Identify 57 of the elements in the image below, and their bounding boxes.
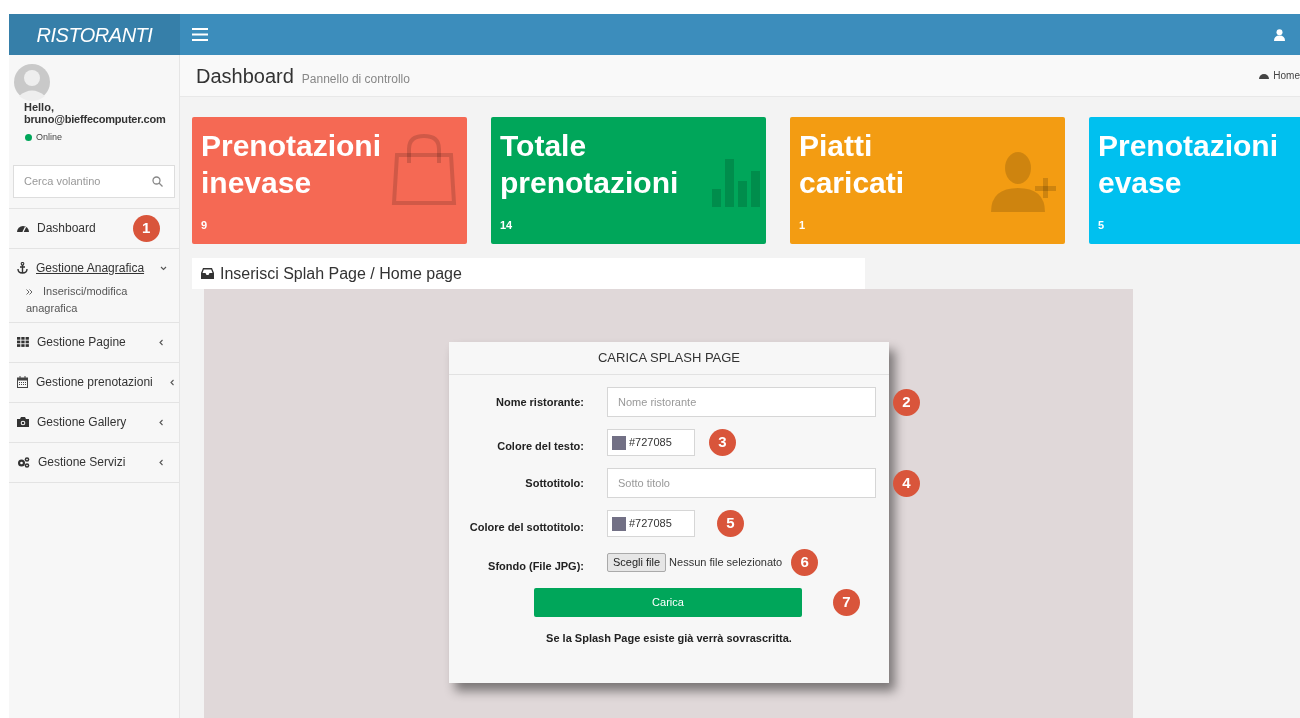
stat-title: Prenotazioni inevase [201, 128, 382, 201]
menu-item[interactable]: Gestione prenotazioni [9, 362, 179, 402]
stat-value: 1 [799, 218, 807, 233]
field-label: Sfondo (File JPG): [487, 559, 584, 575]
panel-title: Inserisci Splah Page / Home page [220, 263, 462, 284]
field-label: Nome ristorante: [494, 394, 584, 410]
greeting-text: Hello, [24, 101, 55, 113]
field-label: Colore del sottotitolo: [468, 520, 584, 536]
annotation-badge: 2 [893, 388, 920, 416]
dashboard-icon [17, 223, 29, 233]
anchor-icon [17, 262, 28, 274]
color-input[interactable]: #727085 [607, 429, 695, 456]
brand-logo[interactable]: RISTORANTI [36, 19, 153, 50]
choose-file-button[interactable]: Scegli file [607, 553, 667, 572]
field-label: Sottotitolo: [524, 475, 584, 491]
form-title: CARICA SPLASH PAGE [449, 342, 889, 375]
menu-item[interactable]: Gestione Pagine [9, 322, 179, 362]
camera-icon [17, 417, 29, 427]
color-input[interactable]: #727085 [607, 510, 695, 537]
breadcrumb-link[interactable]: Home [1259, 68, 1300, 83]
annotation-badge: 5 [717, 510, 744, 537]
stat-title: Piatti caricati [799, 128, 906, 201]
user-icon[interactable] [1274, 28, 1285, 41]
stat-title: Prenotazioni evase [1098, 128, 1279, 201]
menu-item[interactable]: Gestione Gallery [9, 402, 179, 442]
avatar-icon [14, 63, 50, 101]
annotation-badge: 1 [132, 214, 160, 242]
field-label: Colore del testo: [496, 439, 584, 455]
calendar-icon [17, 376, 28, 388]
form-note: Se la Splash Page esiste già verrà sovrascritta. [545, 631, 793, 646]
grid-icon [17, 337, 29, 347]
double-chevron-icon [26, 288, 33, 295]
menu-item[interactable]: Gestione Servizi [9, 442, 179, 482]
dashboard-icon [1259, 71, 1270, 80]
user-add-icon [991, 150, 1057, 212]
page-subtitle: Pannello di controllo [301, 70, 410, 88]
annotation-badge: 4 [893, 469, 920, 497]
stat-value: 5 [1098, 218, 1106, 233]
inbox-icon [201, 268, 214, 279]
annotation-badge: 3 [709, 429, 736, 456]
user-email: bruno@bieffecomputer.com [24, 113, 166, 125]
annotation-badge: 6 [791, 549, 819, 576]
stat-title: Totale prenotazioni [500, 128, 680, 201]
file-status: Nessun file selezionato [669, 555, 783, 571]
search-field[interactable]: Cerca volantino [13, 164, 175, 198]
menu-icon[interactable] [192, 28, 208, 41]
text-input[interactable]: Sotto titolo [607, 468, 876, 498]
search-icon[interactable] [152, 175, 163, 187]
stat-value: 9 [201, 218, 209, 233]
text-input[interactable]: Nome ristorante [607, 387, 876, 417]
page-title: Dashboard [196, 63, 294, 89]
shopping-bag-icon [391, 133, 457, 205]
user-status: Online [36, 131, 62, 144]
annotation-badge: 7 [833, 589, 860, 616]
gears-icon [17, 456, 30, 468]
menu-item[interactable]: Dashboard 1 [9, 208, 179, 248]
stat-value: 14 [500, 218, 514, 233]
